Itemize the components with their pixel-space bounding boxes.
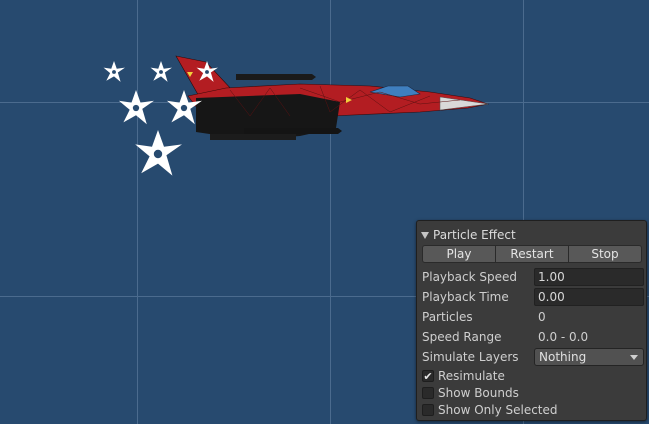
simulate-layers-label: Simulate Layers — [422, 350, 519, 364]
playback-speed-row: Playback Speed 1.00 — [422, 268, 644, 286]
playback-time-label: Playback Time — [422, 290, 509, 304]
particles-row: Particles 0 — [422, 308, 644, 326]
resimulate-checkbox[interactable]: ✔ — [422, 370, 434, 382]
simulate-layers-row: Simulate Layers Nothing — [422, 348, 644, 366]
stop-button[interactable]: Stop — [569, 245, 642, 263]
panel-title: Particle Effect — [433, 228, 516, 242]
particles-count: 0 — [538, 310, 546, 324]
particle-effect-panel: Particle Effect Play Restart Stop Playba… — [416, 220, 647, 421]
simulate-layers-dropdown[interactable]: Nothing — [534, 348, 644, 366]
show-bounds-checkbox[interactable] — [422, 387, 434, 399]
speed-range-value: 0.0 - 0.0 — [538, 330, 589, 344]
playback-speed-field[interactable]: 1.00 — [534, 268, 644, 286]
panel-header[interactable]: Particle Effect — [421, 227, 516, 243]
foldout-triangle-icon[interactable] — [421, 231, 429, 239]
particles-label: Particles — [422, 310, 473, 324]
playback-time-field[interactable]: 0.00 — [534, 288, 644, 306]
play-button[interactable]: Play — [422, 245, 496, 263]
playback-buttons: Play Restart Stop — [422, 245, 642, 263]
speed-range-label: Speed Range — [422, 330, 502, 344]
playback-time-row: Playback Time 0.00 — [422, 288, 644, 306]
resimulate-row[interactable]: ✔ Resimulate — [422, 368, 505, 384]
show-bounds-label: Show Bounds — [438, 386, 519, 400]
speed-range-row: Speed Range 0.0 - 0.0 — [422, 328, 644, 346]
dropdown-arrow-icon — [630, 355, 638, 360]
playback-speed-label: Playback Speed — [422, 270, 517, 284]
show-bounds-row[interactable]: Show Bounds — [422, 385, 519, 401]
simulate-layers-value: Nothing — [539, 350, 587, 364]
show-only-selected-checkbox[interactable] — [422, 404, 434, 416]
show-only-selected-row[interactable]: Show Only Selected — [422, 402, 558, 418]
restart-button[interactable]: Restart — [496, 245, 569, 263]
resimulate-label: Resimulate — [438, 369, 505, 383]
show-only-selected-label: Show Only Selected — [438, 403, 558, 417]
